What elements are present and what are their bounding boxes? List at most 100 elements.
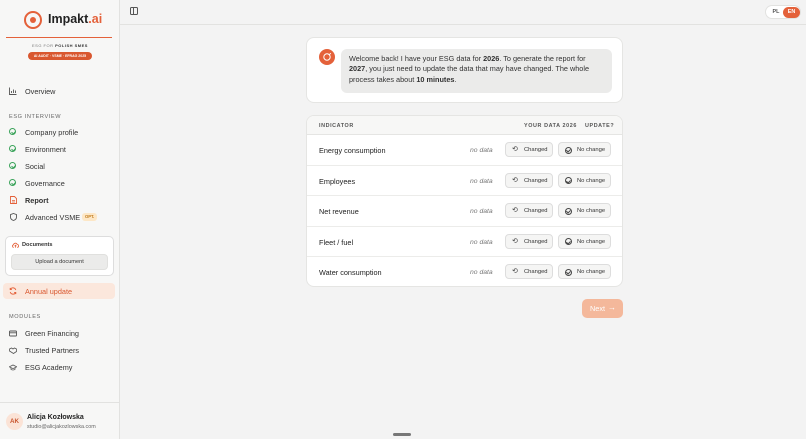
check-circle-icon (565, 146, 572, 154)
indicator-value: no data (470, 147, 493, 154)
nav-label: Report (25, 196, 49, 205)
changed-button[interactable]: ⟲ Changed (505, 203, 553, 219)
graduation-cap-icon (9, 363, 17, 371)
check-circle-icon (9, 145, 16, 152)
refresh-icon: ⟲ (512, 146, 518, 153)
no-change-label: No change (577, 238, 606, 245)
indicator-name: Net revenue (319, 207, 359, 217)
changed-label: Changed (524, 238, 548, 245)
no-change-button[interactable]: No change (558, 264, 611, 280)
no-change-button[interactable]: No change (558, 233, 611, 249)
optional-badge: OPT. (82, 213, 98, 221)
indicator-name: Fleet / fuel (319, 237, 354, 247)
assistant-message-card: Welcome back! I have your ESG data for 2… (306, 37, 623, 103)
nav-label: ESG Academy (25, 363, 73, 372)
no-change-button[interactable]: No change (558, 142, 611, 157)
indicator-value: no data (470, 208, 493, 216)
refresh-icon: ⟲ (512, 176, 518, 184)
message-data-year: 2026 (483, 54, 500, 63)
refresh-icon: ⟲ (512, 268, 518, 276)
user-name: Alicja Kozłowska (27, 414, 84, 421)
nav-label: Governance (25, 179, 65, 188)
message-text: Welcome back! I have your ESG data for (349, 54, 484, 63)
documents-title: Documents (22, 242, 53, 248)
nav-overview-label: Overview (25, 87, 56, 96)
nav-label: Environment (25, 145, 66, 154)
logo[interactable]: Impakt.ai ESG FOR POLISH SMES AI AUDIT ·… (0, 8, 120, 68)
header-indicator: INDICATOR (319, 123, 354, 129)
assistant-icon (319, 49, 335, 65)
nav-social[interactable]: Social (3, 158, 115, 174)
upload-document-button[interactable]: Upload a document (11, 254, 108, 270)
arrow-right-icon: → (608, 303, 616, 312)
no-change-label: No change (577, 269, 606, 276)
nav-label: Social (25, 162, 45, 171)
user-profile[interactable]: AK Alicja Kozłowska studio@alicjakozlows… (0, 402, 120, 439)
no-change-label: No change (577, 177, 606, 184)
nav-report[interactable]: Report (3, 192, 115, 208)
no-change-button[interactable]: No change (558, 203, 611, 219)
changed-label: Changed (524, 269, 548, 276)
table-row: Employees no data ⟲ Changed No change (307, 166, 622, 197)
nav-advanced-vsme[interactable]: Advanced VSME OPT. (3, 209, 115, 225)
message-duration: 10 minutes (416, 74, 455, 84)
table-row: Water consumption no data ⟲ Changed No ch… (307, 257, 622, 286)
esg-interview-heading: ESG INTERVIEW (9, 114, 62, 120)
changed-button[interactable]: ⟲ Changed (505, 264, 553, 280)
table-row: Fleet / fuel no data ⟲ Changed No change (307, 227, 622, 258)
nav-esg-academy[interactable]: ESG Academy (3, 359, 115, 375)
header-your-data: YOUR DATA 2026 (524, 123, 577, 129)
nav-label: Company profile (25, 128, 79, 137)
check-circle-icon (9, 179, 16, 186)
check-circle-icon (565, 268, 572, 276)
changed-button[interactable]: ⟲ Changed (505, 172, 553, 188)
nav-overview[interactable]: Overview (3, 83, 115, 99)
table-row: Net revenue no data ⟲ Changed No change (307, 196, 622, 227)
indicator-value: no data (470, 238, 493, 246)
nav-label: Annual update (25, 287, 73, 296)
check-circle-icon (9, 128, 16, 135)
handshake-icon (9, 346, 17, 354)
language-switcher[interactable]: PL EN (765, 5, 801, 19)
nav-label: Advanced VSME (25, 213, 81, 222)
nav-annual-update[interactable]: Annual update (3, 283, 115, 299)
nav-trusted-partners[interactable]: Trusted Partners (3, 342, 115, 358)
indicator-name: Water consumption (319, 268, 382, 278)
no-change-label: No change (577, 147, 606, 153)
next-button[interactable]: Next → (582, 299, 623, 318)
table-header: INDICATOR YOUR DATA 2026 UPDATE? (307, 116, 622, 135)
sidebar-toggle-icon[interactable] (130, 7, 138, 15)
lang-option-pl[interactable]: PL (769, 8, 783, 17)
modules-heading: MODULES (9, 314, 41, 320)
user-email: studio@alicjakozlowska.com (27, 424, 96, 430)
card-icon (9, 329, 17, 337)
nav-company-profile[interactable]: Company profile (3, 124, 115, 140)
lang-option-en[interactable]: EN (783, 7, 800, 18)
no-change-label: No change (577, 208, 606, 215)
documents-panel: Documents Upload a document (5, 236, 114, 276)
message-text: . (454, 74, 457, 84)
top-bar: PL EN (120, 0, 806, 25)
scroll-handle[interactable] (393, 433, 411, 436)
message-text: , you just need to update the data that … (349, 64, 590, 84)
no-change-button[interactable]: No change (558, 172, 611, 188)
cloud-upload-icon (11, 242, 20, 250)
check-circle-icon (565, 207, 572, 215)
changed-label: Changed (524, 147, 548, 153)
brand-tagline: ESG FOR POLISH SMES (32, 43, 88, 48)
nav-governance[interactable]: Governance (3, 175, 115, 191)
nav-green-financing[interactable]: Green Financing (3, 325, 115, 341)
nav-label: Green Financing (25, 329, 79, 338)
changed-button[interactable]: ⟲ Changed (505, 233, 553, 249)
table-row: Energy consumption no data ⟲ Changed No c… (307, 135, 622, 166)
indicator-value: no data (470, 177, 493, 185)
avatar: AK (6, 413, 23, 430)
check-circle-icon (565, 238, 572, 246)
refresh-icon: ⟲ (512, 207, 518, 215)
changed-label: Changed (524, 177, 548, 184)
nav-environment[interactable]: Environment (3, 141, 115, 157)
changed-button[interactable]: ⟲ Changed (505, 142, 553, 157)
check-circle-icon (565, 177, 572, 185)
indicators-table: INDICATOR YOUR DATA 2026 UPDATE? Energy … (306, 115, 623, 287)
header-update: UPDATE? (585, 123, 615, 129)
